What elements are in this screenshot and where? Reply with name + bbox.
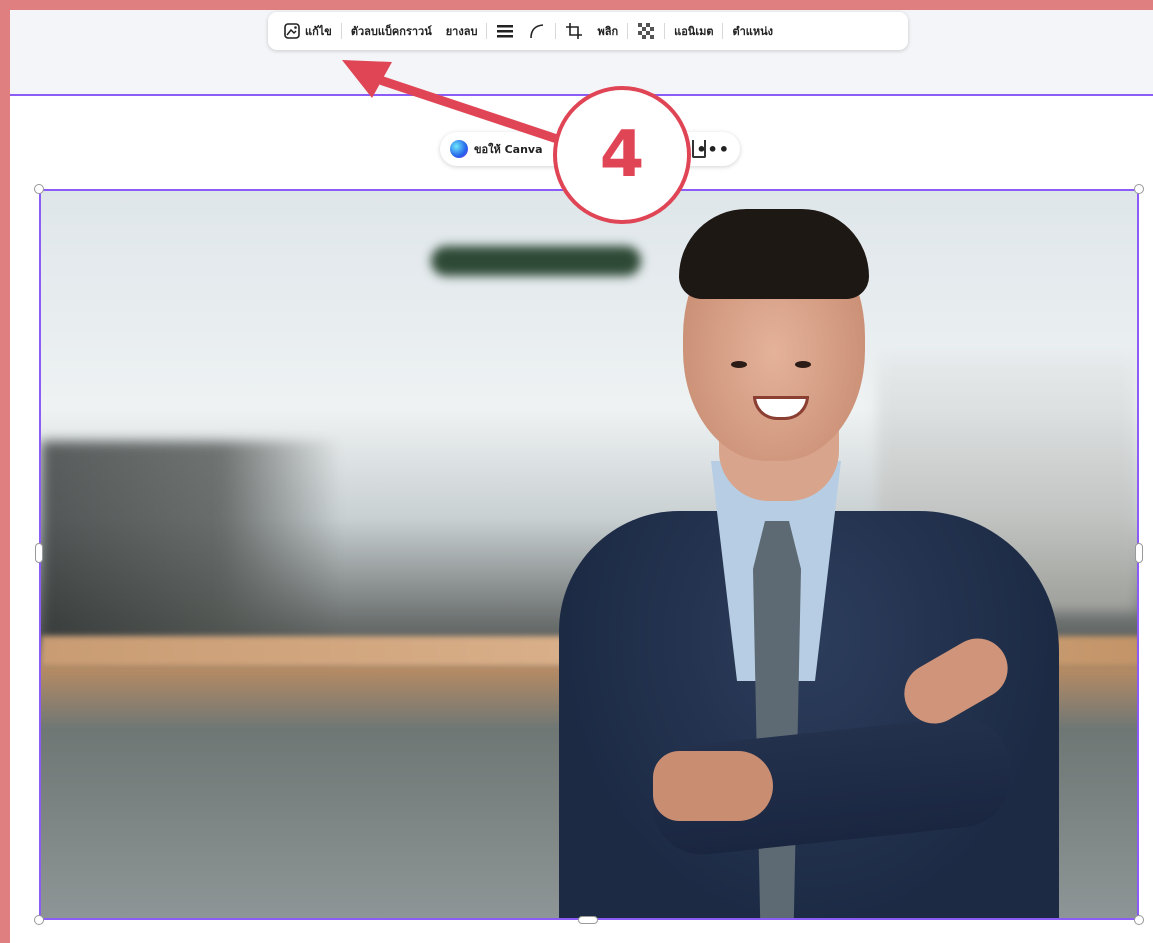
ask-canva-button[interactable]: ขอให้ Canva	[474, 140, 543, 158]
photo-person-eye	[731, 361, 747, 368]
position-button[interactable]: ตำแหน่ง	[725, 22, 780, 40]
eraser-label: ยางลบ	[445, 25, 478, 38]
crop-icon	[565, 22, 583, 40]
resize-handle-top-left[interactable]	[34, 184, 44, 194]
photo-bg-detail	[431, 246, 641, 276]
selected-photo[interactable]	[39, 189, 1139, 920]
edit-label: แก้ไข	[305, 25, 332, 38]
crop-button[interactable]	[558, 22, 590, 40]
position-label: ตำแหน่ง	[732, 25, 774, 38]
eraser-button[interactable]: ยางลบ	[439, 22, 485, 40]
resize-handle-left[interactable]	[35, 543, 43, 563]
trash-icon[interactable]	[692, 140, 706, 158]
animate-label: แอนิเมต	[674, 25, 714, 38]
photo-person-hand	[653, 751, 773, 821]
background-remover-label: ตัวลบแบ็คกราวน์	[350, 25, 432, 38]
divider	[722, 23, 724, 39]
background-remover-button[interactable]: ตัวลบแบ็คกราวน์	[344, 22, 439, 40]
flip-button[interactable]: พลิก	[590, 22, 625, 40]
transparency-button[interactable]	[630, 22, 662, 40]
photo-person-hair	[679, 209, 869, 299]
step-number-badge: 4	[553, 86, 691, 224]
divider	[340, 23, 342, 39]
resize-handle-top-right[interactable]	[1134, 184, 1144, 194]
photo-bg-detail	[41, 441, 341, 641]
animate-button[interactable]: แอนิเมต	[667, 22, 720, 40]
corner-radius-icon	[528, 22, 546, 40]
divider	[664, 23, 666, 39]
divider	[555, 23, 557, 39]
image-edit-icon	[283, 22, 301, 40]
image-toolbar: แก้ไข ตัวลบแบ็คกราวน์ ยางลบ พลิก แอนิเมต…	[268, 12, 908, 50]
divider	[627, 23, 629, 39]
resize-handle-bottom-left[interactable]	[34, 915, 44, 925]
corner-rounding-button[interactable]	[521, 22, 553, 40]
resize-handle-right[interactable]	[1135, 543, 1143, 563]
editor-header-region: แก้ไข ตัวลบแบ็คกราวน์ ยางลบ พลิก แอนิเมต…	[10, 10, 1153, 96]
border-weight-icon	[496, 22, 514, 40]
edit-button[interactable]: แก้ไข	[276, 22, 339, 40]
photo-person-eye	[795, 361, 811, 368]
transparency-checker-icon	[637, 22, 655, 40]
resize-handle-bottom-right[interactable]	[1134, 915, 1144, 925]
flip-label: พลิก	[597, 25, 619, 38]
resize-handle-bottom[interactable]	[578, 916, 598, 924]
divider	[486, 23, 488, 39]
canva-ai-icon[interactable]	[450, 140, 468, 158]
photo-person-tie	[753, 521, 801, 918]
border-style-button[interactable]	[489, 22, 521, 40]
